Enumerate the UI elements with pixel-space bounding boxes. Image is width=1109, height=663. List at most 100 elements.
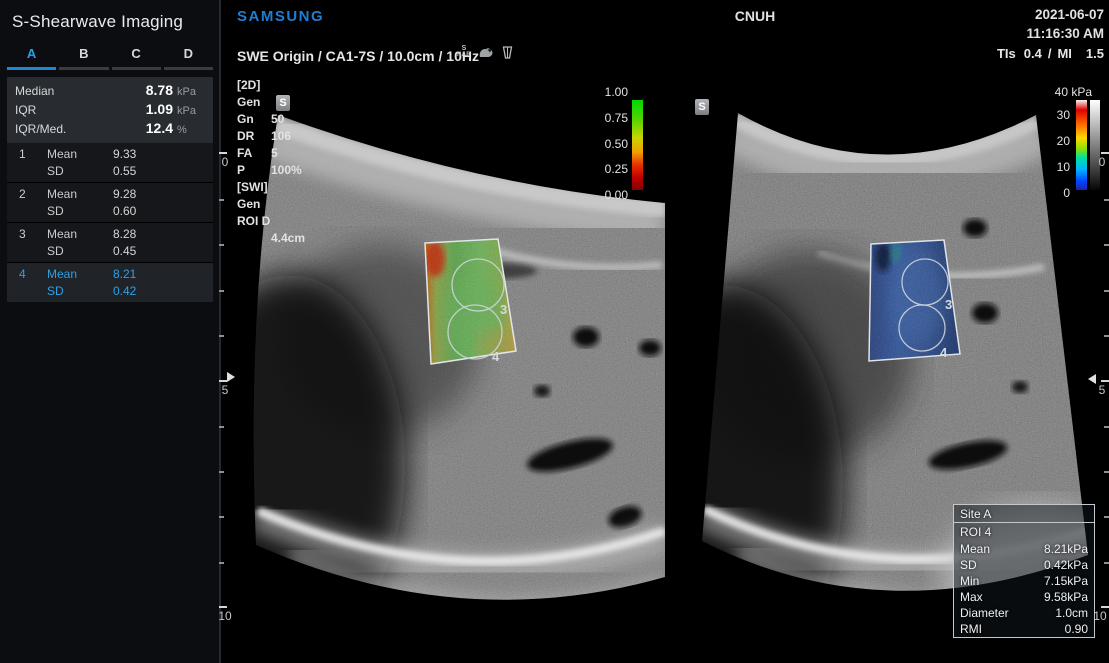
roi-3-sd-label: SD (47, 243, 113, 260)
param-dr-label: DR (237, 129, 271, 146)
roi-row-3[interactable]: 3 Mean 8.28 SD 0.45 (7, 222, 213, 262)
site-row-rmi: RMI 0.90 (954, 621, 1094, 637)
measurement-sidebar: S-Shearwave Imaging A B C D Median 8.78 … (0, 0, 219, 663)
iqr-value: 1.09 (146, 101, 173, 117)
roi-2-sd-label: SD (47, 203, 113, 220)
param-swi-header: [SWI] (237, 180, 271, 197)
summary-row-iqr: IQR 1.09 kPa (15, 101, 205, 120)
roi-3-sd-value: 0.45 (113, 243, 213, 260)
right-ruler-major-tick (1101, 380, 1109, 382)
param-power-label: P (237, 163, 271, 180)
site-results-table: Site A ROI 4 Mean 8.21kPa SD 0.42kPa Min… (953, 504, 1095, 638)
iqr-med-value: 12.4 (146, 120, 173, 136)
iqr-unit: kPa (173, 105, 205, 117)
median-unit: kPa (173, 86, 205, 98)
kpa-label-0: 0 (1034, 186, 1070, 200)
kpa-label-10: 10 (1034, 160, 1070, 174)
site-table-title: Site A (954, 505, 1094, 523)
kpa-elasto-colorbar (1076, 100, 1087, 190)
left-colorbar-label-100: 1.00 (592, 85, 628, 99)
tab-d[interactable]: D (164, 46, 213, 70)
roi-1-sd-label: SD (47, 163, 113, 180)
tab-c[interactable]: C (112, 46, 161, 70)
circle-label-4-right: 4 (940, 345, 948, 360)
focus-depth-marker-right[interactable] (1088, 374, 1096, 384)
left-colorbar-label-050: 0.50 (592, 137, 628, 151)
summary-row-median: Median 8.78 kPa (15, 82, 205, 101)
quickscan-icon (478, 46, 494, 59)
left-ruler-label-5: 5 (217, 383, 233, 397)
roi-measurement-list: 1 Mean 9.33 SD 0.55 2 Mean 9.28 SD 0.60 … (7, 143, 213, 302)
kpa-label-30: 30 (1034, 108, 1070, 122)
site-row-diameter: Diameter 1.0cm (954, 605, 1094, 621)
roi-row-4-selected[interactable]: 4 Mean 8.21 SD 0.42 (7, 262, 213, 302)
roi-2-sd-value: 0.60 (113, 203, 213, 220)
param-roi-d-label: ROI D (237, 214, 271, 231)
roi-4-mean-label: Mean (47, 266, 113, 283)
left-colorbar-label-025: 0.25 (592, 162, 628, 176)
left-ruler-label-0: 0 (217, 155, 233, 169)
site-row-sd: SD 0.42kPa (954, 557, 1094, 573)
roi-1-sd-value: 0.55 (113, 163, 213, 180)
orientation-marker-left: S (276, 95, 290, 111)
right-ruler-major-tick (1101, 606, 1109, 608)
tab-a[interactable]: A (7, 46, 56, 70)
roi-2-mean-label: Mean (47, 186, 113, 203)
circle-label-4-left: 4 (492, 349, 500, 364)
summary-stats-block: Median 8.78 kPa IQR 1.09 kPa IQR/Med. 12… (7, 77, 213, 144)
site-table-roi: ROI 4 (954, 523, 1094, 541)
left-colorbar-label-000: 0.00 (592, 188, 628, 202)
iqr-med-label: IQR/Med. (15, 122, 66, 136)
orientation-marker-right: S (695, 99, 709, 115)
roi-3-mean-value: 8.28 (113, 226, 213, 243)
param-gain-label: Gn (237, 112, 271, 129)
hospital-name: CNUH (700, 8, 810, 24)
roi-1-mean-label: Mean (47, 146, 113, 163)
right-ruler-label-0: 0 (1094, 155, 1109, 169)
param-fa-value: 5 (271, 146, 278, 163)
roi-3-index: 3 (7, 226, 47, 260)
summary-row-iqr-med: IQR/Med. 12.4 % (15, 120, 205, 139)
roi-1-index: 1 (7, 146, 47, 180)
left-ruler-major-tick (219, 606, 227, 608)
param-swi-gen: Gen (237, 197, 271, 214)
preset-info-line: SWE Origin / CA1-7S / 10.0cm / 10Hz (237, 48, 479, 64)
datetime-block: 2021-06-07 11:16:30 AM (940, 5, 1104, 43)
param-fa-label: FA (237, 146, 271, 163)
circle-label-3-left: 3 (500, 302, 507, 317)
tab-b[interactable]: B (59, 46, 108, 70)
roi-3-mean-label: Mean (47, 226, 113, 243)
param-2d-gen: Gen (237, 95, 271, 112)
roi-2-index: 2 (7, 186, 47, 220)
tis-value: 0.4 (1024, 46, 1042, 61)
iqr-label: IQR (15, 103, 36, 117)
right-ruler-major-tick (1101, 152, 1109, 154)
param-gain-value: 50 (271, 112, 284, 129)
right-ruler-label-5: 5 (1094, 383, 1109, 397)
left-elasto-colorbar (632, 100, 643, 190)
circle-label-3-right: 3 (945, 297, 952, 312)
roi-4-sd-label: SD (47, 283, 113, 300)
harmonic-imaging-icon: S HAR (457, 46, 471, 59)
time-text: 11:16:30 AM (940, 24, 1104, 43)
param-dr-value: 106 (271, 129, 291, 146)
focus-depth-marker-left[interactable] (227, 372, 235, 382)
left-ruler-major-tick (219, 152, 227, 154)
roi-1-mean-value: 9.33 (113, 146, 213, 163)
ultrasound-screen: S-Shearwave Imaging A B C D Median 8.78 … (0, 0, 1109, 663)
acoustic-output-indices: TIs0.4/MI1.5 (900, 46, 1104, 61)
imaging-parameters-block: [2D] Gen Gn50 DR106 FA5 P100% [SWI] Gen … (237, 78, 305, 248)
left-ruler-label-10: 10 (217, 609, 233, 623)
roi-4-index: 4 (7, 266, 47, 300)
kpa-label-20: 20 (1034, 134, 1070, 148)
site-row-mean: Mean 8.21kPa (954, 541, 1094, 557)
roi-row-2[interactable]: 2 Mean 9.28 SD 0.60 (7, 182, 213, 222)
iqr-med-unit: % (173, 124, 205, 136)
roi-row-1[interactable]: 1 Mean 9.33 SD 0.55 (7, 143, 213, 182)
median-label: Median (15, 84, 54, 98)
mi-value: 1.5 (1086, 46, 1104, 61)
needle-guide-icon (501, 45, 514, 60)
site-row-min: Min 7.15kPa (954, 573, 1094, 589)
date-text: 2021-06-07 (940, 5, 1104, 24)
roi-2-mean-value: 9.28 (113, 186, 213, 203)
